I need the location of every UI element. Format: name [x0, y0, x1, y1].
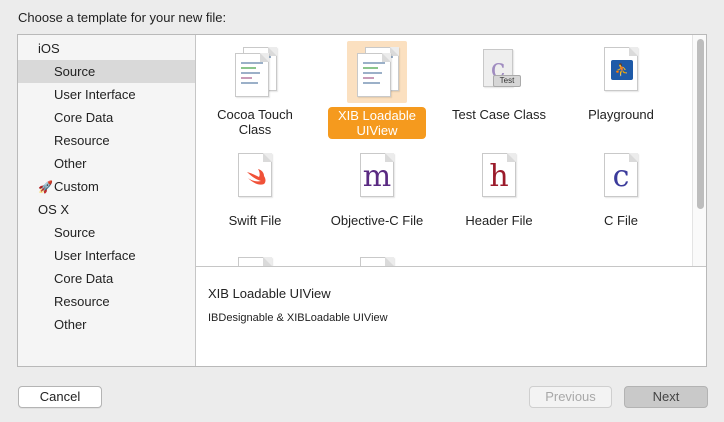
template-label: Objective-C File: [330, 213, 424, 228]
c-file-icon: c: [591, 147, 651, 209]
template-label: Cocoa Touch Class: [217, 107, 293, 137]
template-c-file[interactable]: c C File: [562, 143, 680, 247]
cocoa-touch-class-icon: [225, 41, 285, 103]
sidebar-item-ios-core-data[interactable]: Core Data: [18, 106, 195, 129]
sidebar-section-osx[interactable]: OS X: [18, 198, 195, 221]
template-grid: Cocoa Touch Class XIB Loadable UIView c …: [196, 35, 692, 266]
template-label: C File: [604, 213, 638, 228]
header-glyph: h: [489, 159, 509, 194]
scrollbar-thumb[interactable]: [697, 39, 704, 209]
sidebar-item-osx-core-data[interactable]: Core Data: [18, 267, 195, 290]
sidebar-item-ios-other[interactable]: Other: [18, 152, 195, 175]
xib-loadable-icon: [347, 41, 407, 103]
template-swift-file[interactable]: Swift File: [196, 143, 314, 247]
dialog-header: Choose a template for your new file:: [18, 10, 227, 25]
objc-file-icon: m: [347, 147, 407, 209]
sidebar-section-ios[interactable]: iOS: [18, 37, 195, 60]
template-label: Header File: [465, 213, 533, 228]
platform-sidebar: iOS Source User Interface Core Data Reso…: [18, 35, 196, 366]
sidebar-item-osx-user-interface[interactable]: User Interface: [18, 244, 195, 267]
swift-icon: [225, 147, 285, 209]
template-label: Test Case Class: [452, 107, 546, 122]
grid-scrollbar[interactable]: [692, 35, 706, 266]
template-test-case-class[interactable]: c Test Test Case Class: [440, 37, 558, 141]
objc-glyph: m: [362, 159, 392, 194]
template-content: Cocoa Touch Class XIB Loadable UIView c …: [196, 35, 706, 366]
template-label: Playground: [588, 107, 654, 122]
sidebar-item-ios-resource[interactable]: Resource: [18, 129, 195, 152]
template-cocoa-touch-class[interactable]: Cocoa Touch Class: [196, 37, 314, 141]
sidebar-item-ios-user-interface[interactable]: User Interface: [18, 83, 195, 106]
playground-icon: ⛹: [591, 41, 651, 103]
c-glyph: c: [612, 159, 630, 194]
template-header-file[interactable]: h Header File: [440, 143, 558, 247]
template-label: XIB Loadable UIView: [328, 107, 426, 139]
test-badge: Test: [493, 75, 521, 87]
template-chooser: iOS Source User Interface Core Data Reso…: [17, 34, 707, 367]
partial-template-icon: [360, 257, 394, 266]
cancel-button[interactable]: Cancel: [18, 386, 102, 408]
sidebar-item-label: Custom: [54, 179, 99, 194]
sidebar-item-osx-other[interactable]: Other: [18, 313, 195, 336]
template-playground[interactable]: ⛹ Playground: [562, 37, 680, 141]
sidebar-item-osx-source[interactable]: Source: [18, 221, 195, 244]
sidebar-item-ios-custom[interactable]: 🚀Custom: [18, 175, 195, 198]
sidebar-item-osx-resource[interactable]: Resource: [18, 290, 195, 313]
template-description-panel: XIB Loadable UIView IBDesignable & XIBLo…: [196, 266, 706, 366]
next-button[interactable]: Next: [624, 386, 708, 408]
template-label: Swift File: [228, 213, 282, 228]
sidebar-item-ios-source[interactable]: Source: [18, 60, 195, 83]
description-title: XIB Loadable UIView: [208, 286, 331, 301]
test-case-icon: c Test: [469, 41, 529, 103]
rocket-icon: 🚀: [38, 180, 53, 194]
template-xib-loadable-uiview[interactable]: XIB Loadable UIView: [318, 37, 436, 141]
partial-template-icon: [238, 257, 272, 266]
previous-button[interactable]: Previous: [529, 386, 612, 408]
header-file-icon: h: [469, 147, 529, 209]
template-objective-c-file[interactable]: m Objective-C File: [318, 143, 436, 247]
description-text: IBDesignable & XIBLoadable UIView: [208, 312, 388, 324]
